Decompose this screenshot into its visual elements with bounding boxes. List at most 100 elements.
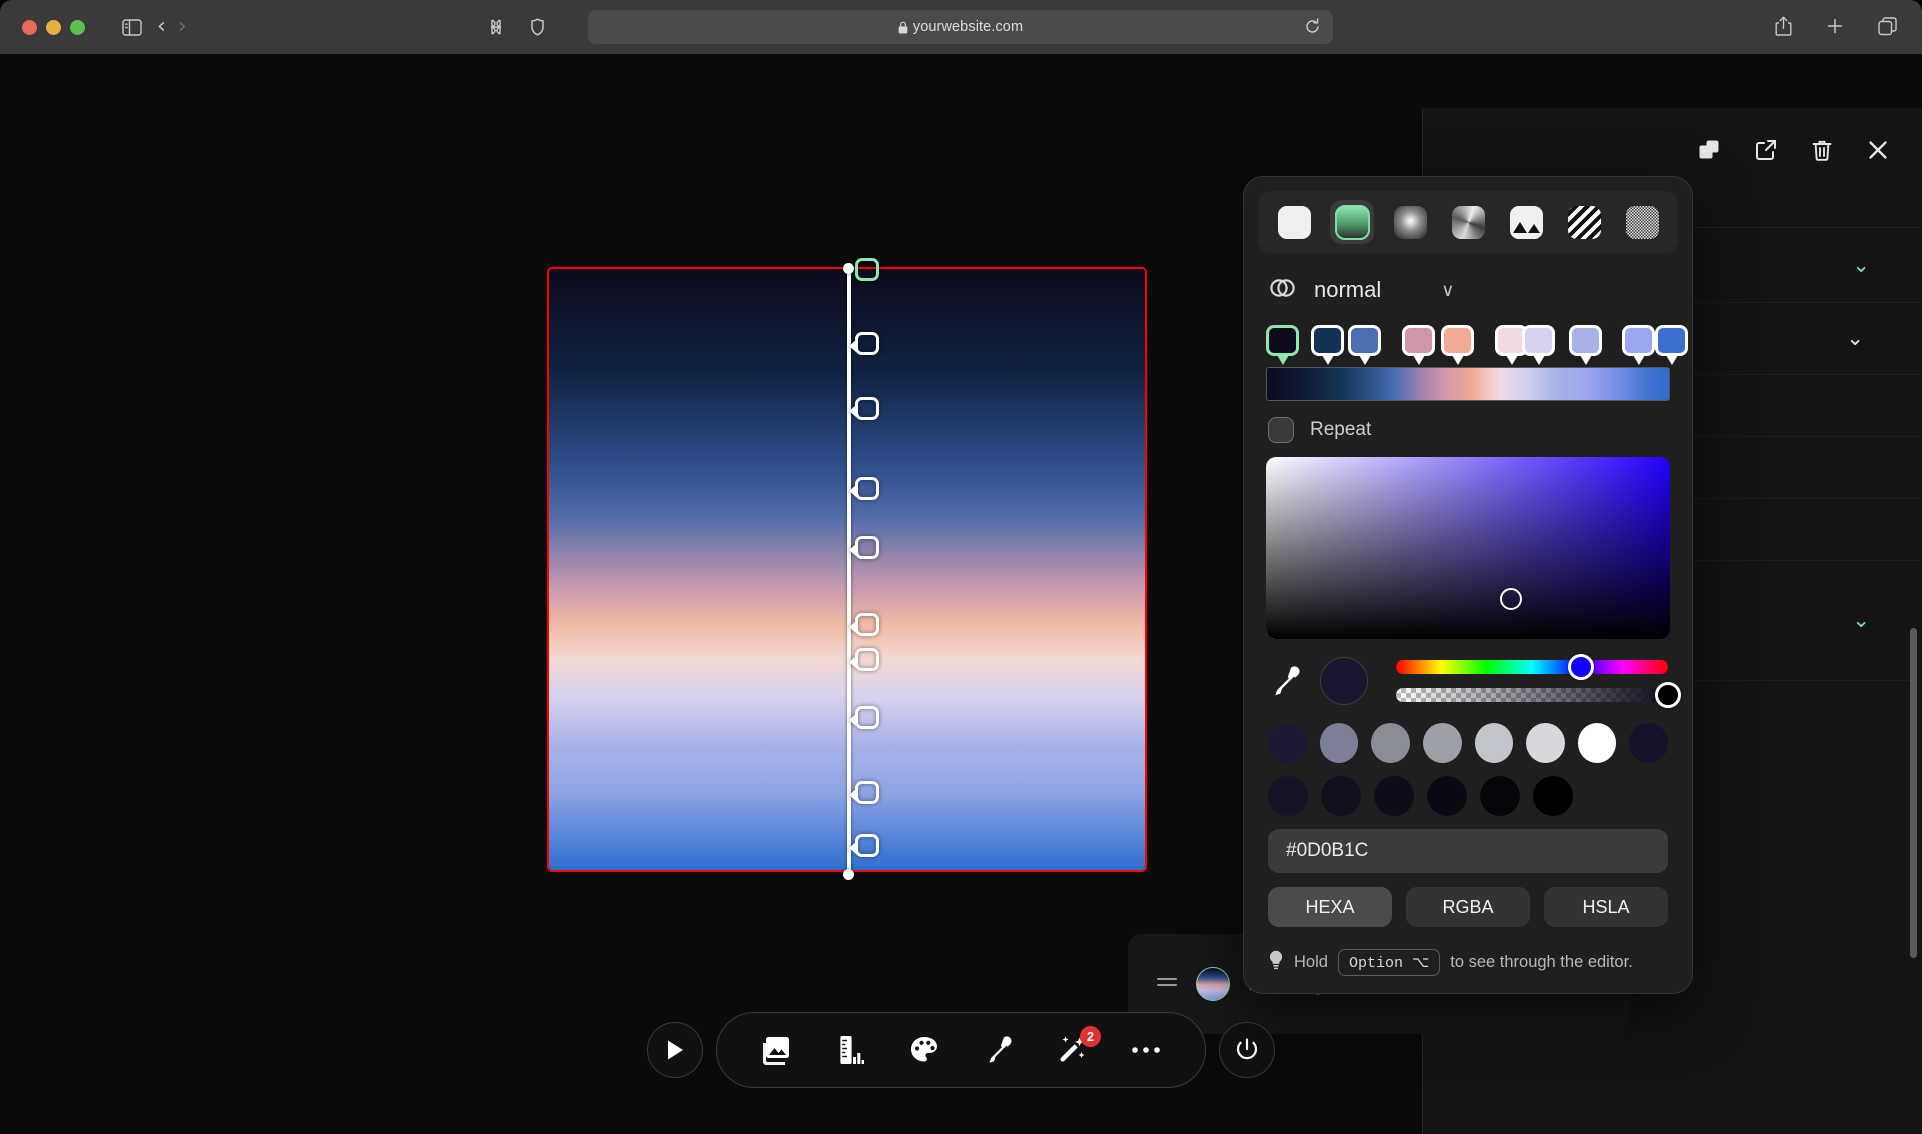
gradient-stop-chip[interactable] (1622, 325, 1655, 365)
format-rgba-button[interactable]: RGBA (1406, 887, 1530, 927)
canvas-stop-handle[interactable] (849, 613, 879, 636)
noise-fill-type-icon (1625, 205, 1659, 239)
minimize-window-button[interactable] (46, 19, 61, 35)
extensions-icon[interactable] (483, 14, 509, 40)
magic-wand-icon[interactable]: 2 (1055, 1026, 1101, 1067)
ruler-icon[interactable] (833, 1033, 867, 1067)
repeat-checkbox[interactable] (1268, 417, 1294, 443)
canvas-stop-handle[interactable] (849, 477, 879, 500)
eyedropper-icon[interactable] (981, 1033, 1015, 1067)
bottom-toolbar: 2 (647, 1012, 1275, 1088)
fill-type-linear-gradient-fill-type[interactable] (1330, 200, 1374, 244)
panel-header-actions (1698, 138, 1890, 167)
shield-icon[interactable] (525, 14, 551, 40)
canvas-stop-handle[interactable] (849, 834, 879, 857)
fill-type-conic-gradient-fill-type[interactable] (1446, 200, 1490, 244)
linear-gradient-fill-type-icon (1334, 204, 1370, 240)
power-button[interactable] (1219, 1022, 1275, 1078)
gradient-stop-chip[interactable] (1348, 325, 1381, 365)
swatch[interactable] (1526, 723, 1565, 763)
reload-icon[interactable] (1304, 18, 1321, 40)
fill-type-image-fill-type[interactable] (1504, 200, 1548, 244)
hex-input[interactable]: #0D0B1C (1268, 829, 1668, 873)
sidebar-toggle-icon[interactable] (119, 14, 145, 40)
alpha-slider-knob[interactable] (1655, 682, 1681, 708)
window-controls[interactable] (22, 19, 85, 35)
layer-gradient-thumbnail (1196, 967, 1230, 1001)
address-bar[interactable]: yourwebsite.com (588, 10, 1333, 44)
swatch[interactable] (1533, 776, 1573, 816)
repeat-row[interactable]: Repeat (1258, 401, 1678, 453)
canvas-stop-handle[interactable] (849, 332, 879, 355)
chevron-down-icon[interactable]: ⌄ (1852, 255, 1870, 276)
fill-type-noise-fill-type[interactable] (1620, 200, 1664, 244)
new-tab-button[interactable] (1822, 13, 1848, 39)
swatch[interactable] (1371, 723, 1410, 763)
close-window-button[interactable] (22, 19, 37, 35)
gradient-stop-chip[interactable] (1441, 325, 1474, 365)
swatch[interactable] (1319, 723, 1359, 763)
swatch[interactable] (1374, 776, 1414, 816)
play-button[interactable] (647, 1022, 703, 1078)
canvas-stop-handle[interactable] (849, 781, 879, 804)
eyedropper-icon[interactable] (1268, 664, 1302, 698)
gradient-stop-chip[interactable] (1402, 325, 1435, 365)
gradient-end-endpoint[interactable] (843, 869, 854, 880)
forward-button[interactable]: › (178, 16, 187, 38)
gradient-stop-chip[interactable] (1266, 325, 1299, 365)
drag-handle-icon[interactable] (1156, 974, 1178, 995)
blend-mode-row[interactable]: normal ∨ (1258, 259, 1678, 321)
artboard-selection[interactable] (547, 258, 1147, 880)
canvas-stop-handle[interactable] (849, 648, 879, 671)
swatch[interactable] (1321, 776, 1361, 816)
trash-icon[interactable] (1810, 138, 1834, 167)
fill-type-solid-fill-type[interactable] (1272, 200, 1316, 244)
gradient-stop-chip[interactable] (1655, 325, 1688, 365)
saturation-value-area[interactable] (1266, 457, 1670, 639)
palette-icon[interactable] (907, 1033, 941, 1067)
hue-slider[interactable] (1396, 654, 1668, 680)
maximize-window-button[interactable] (70, 19, 85, 35)
swatch[interactable] (1268, 776, 1308, 816)
swatch[interactable] (1268, 723, 1307, 763)
format-hexa-button[interactable]: HEXA (1268, 887, 1392, 927)
gradient-stop-chip[interactable] (1311, 325, 1344, 365)
close-icon[interactable] (1866, 138, 1890, 167)
chevron-down-icon[interactable]: ⌄ (1846, 328, 1864, 349)
share-icon[interactable] (1770, 13, 1796, 39)
tabs-overview-icon[interactable] (1874, 13, 1900, 39)
canvas-stop-handle[interactable] (855, 258, 879, 281)
gradient-axis-line[interactable] (847, 268, 851, 875)
open-external-icon[interactable] (1754, 138, 1778, 167)
fill-type-pattern-fill-type[interactable] (1562, 200, 1606, 244)
color-sliders-row (1268, 654, 1681, 708)
format-hsla-button[interactable]: HSLA (1544, 887, 1668, 927)
fill-type-radial-gradient-fill-type[interactable] (1388, 200, 1432, 244)
swatch[interactable] (1629, 723, 1668, 763)
gradient-start-endpoint[interactable] (843, 263, 854, 274)
images-icon[interactable] (759, 1033, 793, 1067)
canvas-stage[interactable]: e Editor ⌄ ⌄ em normal normal ients ⌄ (0, 54, 1922, 1134)
canvas-stop-handle[interactable] (849, 706, 879, 729)
image-fill-type-icon (1509, 205, 1543, 239)
gradient-stop-chip[interactable] (1522, 325, 1555, 365)
swatch[interactable] (1480, 776, 1520, 816)
canvas-stop-handle[interactable] (849, 536, 879, 559)
copy-icon[interactable] (1698, 138, 1722, 167)
hue-slider-knob[interactable] (1567, 654, 1594, 680)
panel-scrollbar[interactable] (1910, 628, 1917, 958)
canvas-stop-handle[interactable] (849, 397, 879, 420)
gradient-preview-bar[interactable] (1266, 367, 1670, 401)
magic-wand-badge: 2 (1080, 1026, 1101, 1047)
back-button[interactable]: ‹ (157, 16, 166, 38)
swatch[interactable] (1577, 723, 1617, 763)
swatch[interactable] (1422, 723, 1462, 763)
chevron-down-icon[interactable]: ⌄ (1852, 610, 1870, 631)
chevron-down-icon[interactable]: ∨ (1441, 280, 1454, 301)
more-icon[interactable] (1129, 1033, 1163, 1067)
swatch[interactable] (1474, 723, 1514, 763)
color-format-row: HEXA RGBA HSLA (1268, 887, 1668, 927)
swatch[interactable] (1427, 776, 1467, 816)
alpha-slider[interactable] (1396, 682, 1681, 708)
gradient-stop-chip[interactable] (1569, 325, 1602, 365)
